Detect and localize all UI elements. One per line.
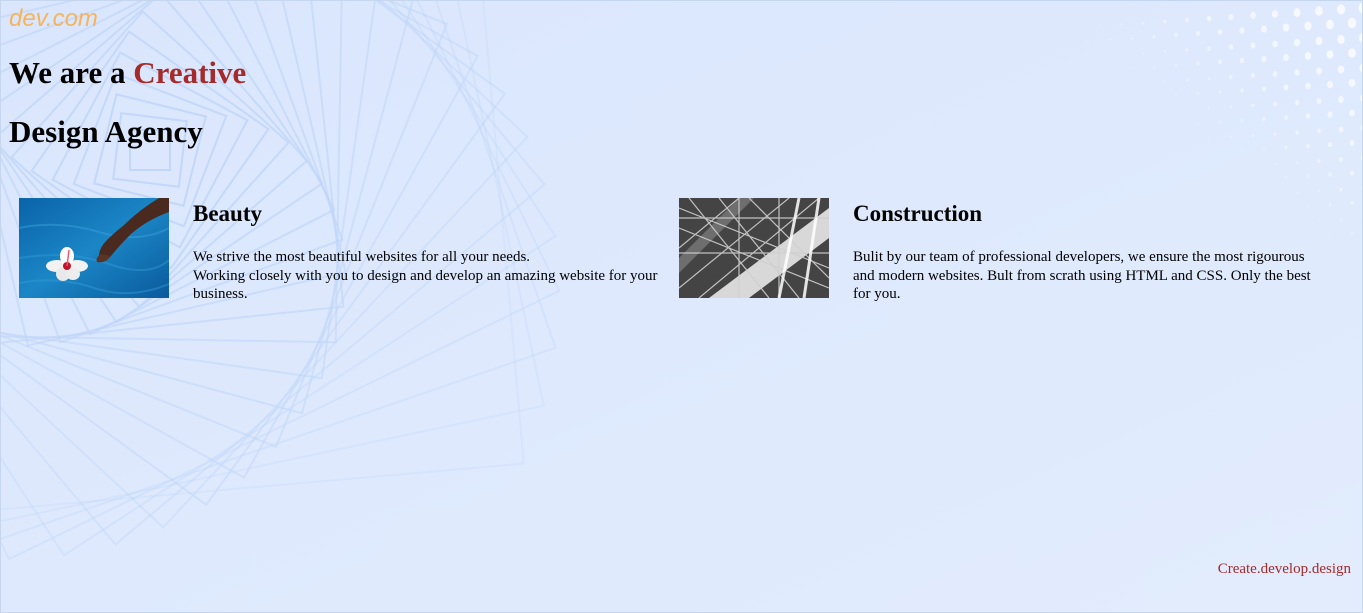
service-description-beauty: We strive the most beautiful websites fo…	[193, 248, 663, 304]
steel-structure-icon	[679, 198, 829, 298]
construction-image	[679, 198, 829, 298]
hero-headline-line-2: Design Agency	[9, 114, 203, 149]
hero-headline-line-1: We are a Creative	[9, 55, 246, 91]
service-title-construction: Construction	[853, 201, 983, 226]
beauty-image	[19, 198, 169, 298]
description-line: We strive the most beautiful websites fo…	[193, 249, 531, 265]
service-description-construction: Bulit by our team of professional develo…	[853, 248, 1323, 304]
hero-prefix: We are a	[9, 55, 134, 90]
flower-on-water-icon	[19, 198, 169, 298]
hero-accent-word: Creative	[133, 55, 247, 90]
site-logo[interactable]: dev.com	[9, 4, 98, 34]
description-line: Working closely with you to design and d…	[193, 267, 658, 303]
service-title-beauty: Beauty	[193, 201, 262, 226]
description-line: Bulit by our team of professional develo…	[853, 249, 1311, 302]
page: dev.com We are a Creative Design Agency	[0, 0, 1363, 613]
footer-tagline: Create.develop.design	[1217, 561, 1351, 577]
